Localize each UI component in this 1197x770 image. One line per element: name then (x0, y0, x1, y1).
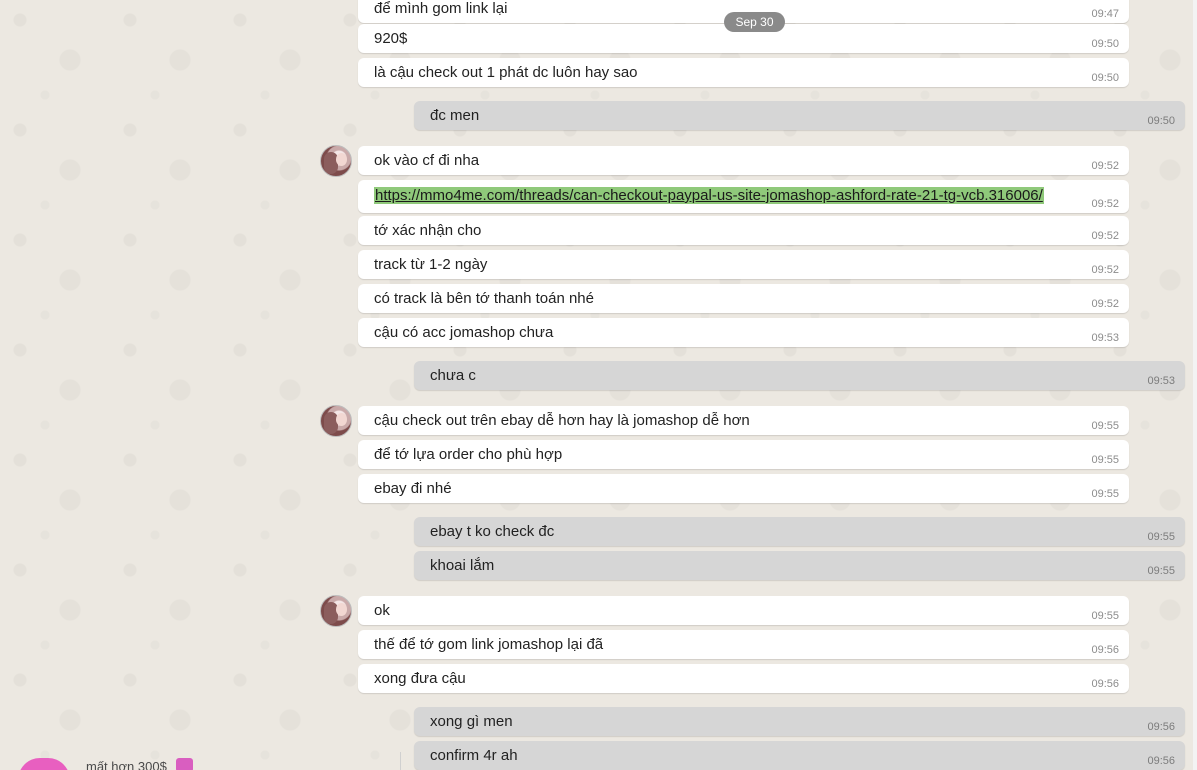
message-text: ok vào cf đi nha (374, 152, 480, 169)
message-time: 09:53 (1147, 375, 1175, 387)
incoming-message[interactable]: track từ 1-2 ngày 09:52 (358, 250, 1129, 279)
message-time: 09:55 (1091, 610, 1119, 622)
message-text: chưa c (430, 367, 476, 384)
incoming-message[interactable]: cậu check out trên ebay dễ hơn hay là jo… (358, 406, 1129, 435)
outgoing-message[interactable]: chưa c 09:53 (414, 361, 1185, 390)
message-time: 09:52 (1091, 264, 1119, 276)
message-text: tớ xác nhận cho (374, 222, 482, 239)
message-time: 09:55 (1147, 565, 1175, 577)
contact-avatar[interactable] (320, 145, 352, 177)
incoming-message[interactable]: tớ xác nhận cho 09:52 (358, 216, 1129, 245)
message-time: 09:56 (1091, 678, 1119, 690)
message-time: 09:56 (1147, 755, 1175, 767)
message-link[interactable]: https://mmo4me.com/threads/can-checkout-… (374, 187, 1044, 204)
unread-badge-icon (176, 758, 193, 770)
contact-avatar[interactable] (320, 405, 352, 437)
message-time: 09:52 (1091, 230, 1119, 242)
message-text: ebay đi nhé (374, 480, 452, 497)
message-text: cậu có acc jomashop chưa (374, 324, 554, 341)
scrollbar[interactable] (1193, 0, 1197, 770)
message-text: ok (374, 602, 390, 619)
outgoing-message[interactable]: đc men 09:50 (414, 101, 1185, 130)
message-text: cậu check out trên ebay dễ hơn hay là jo… (374, 412, 750, 429)
message-text: xong đưa cậu (374, 670, 466, 687)
message-time: 09:55 (1091, 420, 1119, 432)
message-text: có track là bên tớ thanh toán nhé (374, 290, 594, 307)
incoming-message[interactable]: https://mmo4me.com/threads/can-checkout-… (358, 180, 1129, 213)
message-time: 09:50 (1091, 72, 1119, 84)
message-time: 09:55 (1147, 531, 1175, 543)
message-time: 09:55 (1091, 454, 1119, 466)
incoming-message[interactable]: là cậu check out 1 phát dc luôn hay sao … (358, 58, 1129, 87)
chat-preview-text: mất hơn 300$ (86, 759, 167, 770)
message-time: 09:50 (1147, 115, 1175, 127)
message-text: track từ 1-2 ngày (374, 256, 488, 273)
chat-list-item-preview[interactable]: mất hơn 300$ (0, 752, 401, 770)
message-text: khoai lắm (430, 557, 495, 574)
message-time: 09:53 (1091, 332, 1119, 344)
message-time: 09:52 (1091, 298, 1119, 310)
incoming-message[interactable]: ebay đi nhé 09:55 (358, 474, 1129, 503)
outgoing-message[interactable]: xong gì men 09:56 (414, 707, 1185, 736)
incoming-message[interactable]: thế để tớ gom link jomashop lại đã 09:56 (358, 630, 1129, 659)
message-text: 920$ (374, 30, 408, 47)
outgoing-message[interactable]: ebay t ko check đc 09:55 (414, 517, 1185, 546)
incoming-message[interactable]: để tớ lựa order cho phù hợp 09:55 (358, 440, 1129, 469)
incoming-message[interactable]: xong đưa cậu 09:56 (358, 664, 1129, 693)
message-time: 09:56 (1147, 721, 1175, 733)
message-text: xong gì men (430, 713, 513, 730)
outgoing-message[interactable]: confirm 4r ah 09:56 (414, 741, 1185, 770)
message-time: 09:50 (1091, 38, 1119, 50)
incoming-message[interactable]: ok 09:55 (358, 596, 1129, 625)
message-time: 09:47 (1091, 8, 1119, 20)
message-time: 09:52 (1091, 160, 1119, 172)
chat-avatar-icon (18, 758, 70, 770)
message-text: để mình gom link lại (374, 0, 508, 17)
message-text: confirm 4r ah (430, 747, 518, 764)
contact-avatar[interactable] (320, 595, 352, 627)
message-time: 09:52 (1091, 198, 1119, 210)
message-text: là cậu check out 1 phát dc luôn hay sao (374, 64, 638, 81)
outgoing-message[interactable]: khoai lắm 09:55 (414, 551, 1185, 580)
message-text: ebay t ko check đc (430, 523, 555, 540)
date-separator-chip: Sep 30 (724, 12, 785, 32)
incoming-message[interactable]: có track là bên tớ thanh toán nhé 09:52 (358, 284, 1129, 313)
message-text: thế để tớ gom link jomashop lại đã (374, 636, 604, 653)
message-time: 09:56 (1091, 644, 1119, 656)
message-time: 09:55 (1091, 488, 1119, 500)
incoming-message[interactable]: cậu có acc jomashop chưa 09:53 (358, 318, 1129, 347)
message-text: để tớ lựa order cho phù hợp (374, 446, 563, 463)
message-text: đc men (430, 107, 480, 124)
incoming-message[interactable]: ok vào cf đi nha 09:52 (358, 146, 1129, 175)
